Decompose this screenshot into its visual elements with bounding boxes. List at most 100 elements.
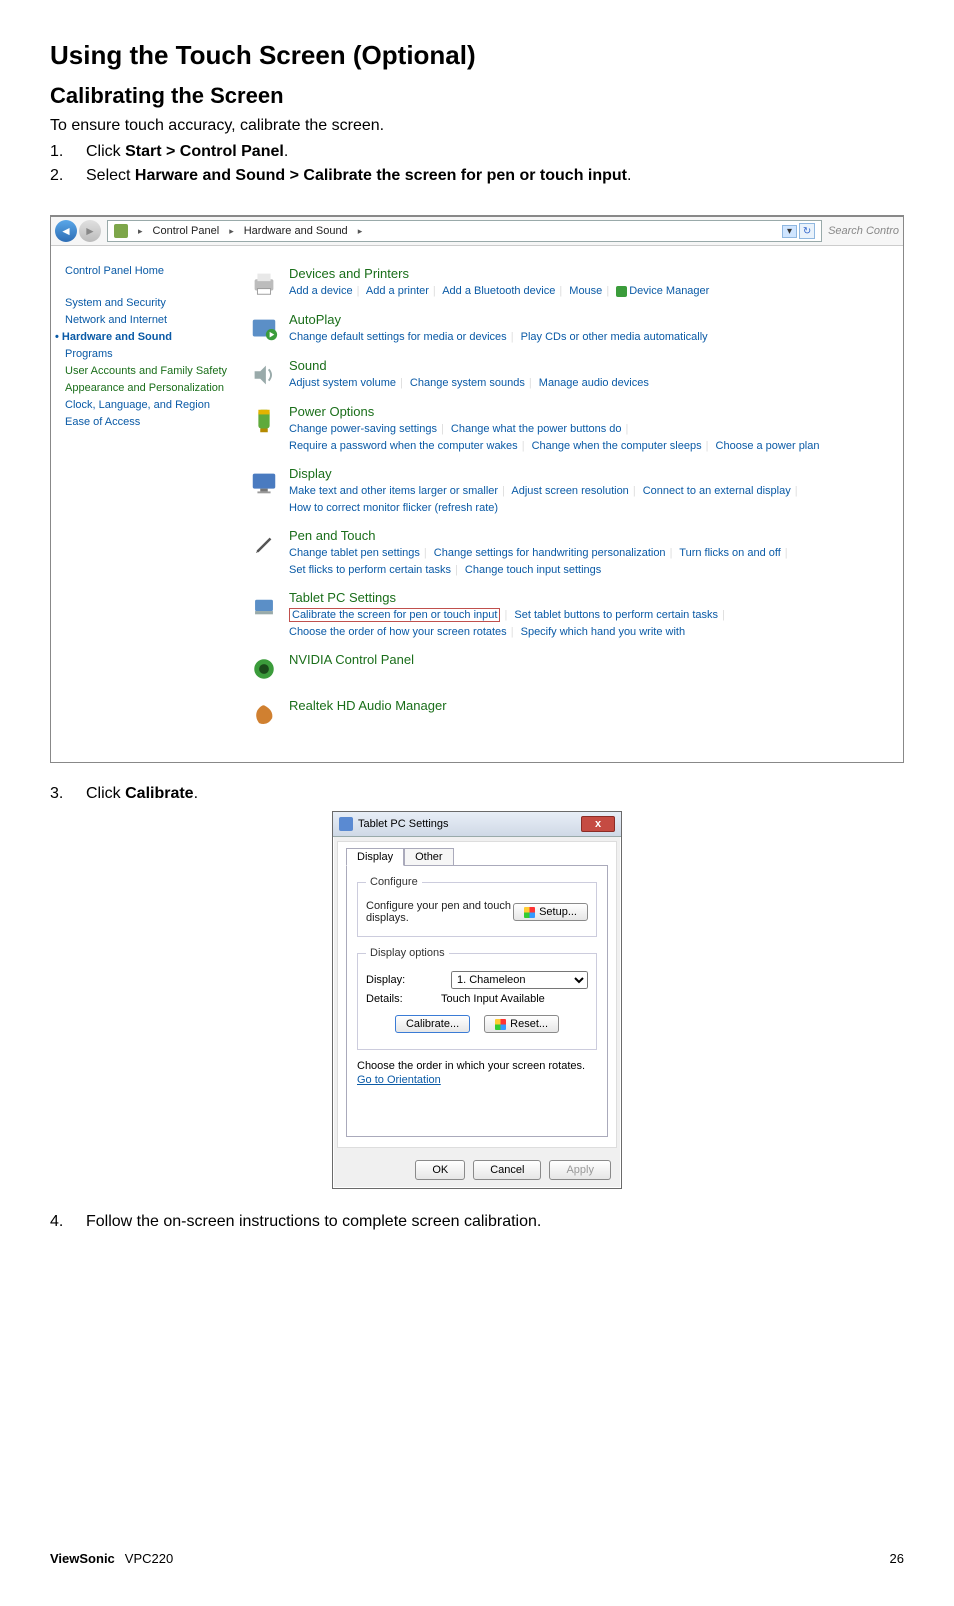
- display-select[interactable]: 1. Chameleon: [451, 971, 588, 989]
- calibrate-button[interactable]: Calibrate...: [395, 1015, 470, 1033]
- link[interactable]: Change what the power buttons do: [451, 423, 622, 435]
- link[interactable]: Change system sounds: [410, 377, 525, 389]
- refresh-icon[interactable]: ↻: [799, 223, 815, 239]
- step-bold: Harware and Sound > Calibrate the screen…: [135, 167, 627, 184]
- control-panel-window: ◄ ► Control Panel Hardware and Sound ▾ ↻…: [50, 215, 904, 763]
- shield-icon: [524, 907, 535, 918]
- link[interactable]: Device Manager: [629, 285, 709, 297]
- link[interactable]: Add a printer: [366, 285, 429, 297]
- link[interactable]: Change when the computer sleeps: [532, 440, 702, 452]
- breadcrumb-root[interactable]: Control Panel: [153, 225, 220, 237]
- reset-button[interactable]: Reset...: [484, 1015, 559, 1033]
- tab-display[interactable]: Display: [346, 848, 404, 866]
- details-label: Details:: [366, 993, 421, 1005]
- back-button[interactable]: ◄: [55, 220, 77, 242]
- sidebar-item[interactable]: Network and Internet: [65, 314, 231, 326]
- setup-button[interactable]: Setup...: [513, 903, 588, 921]
- link[interactable]: Change touch input settings: [465, 564, 601, 576]
- link[interactable]: Set tablet buttons to perform certain ta…: [514, 609, 718, 621]
- pen-icon: [247, 528, 281, 562]
- link[interactable]: Play CDs or other media automatically: [521, 331, 708, 343]
- category-realtek: Realtek HD Audio Manager: [247, 698, 893, 732]
- category-power: Power Options Change power-saving settin…: [247, 404, 893, 454]
- step-4: 4. Follow the on-screen instructions to …: [50, 1213, 904, 1231]
- control-panel-icon: [114, 224, 128, 238]
- link[interactable]: How to correct monitor flicker (refresh …: [289, 502, 498, 514]
- sidebar-item[interactable]: User Accounts and Family Safety: [65, 365, 231, 377]
- step-text: Select: [86, 167, 135, 184]
- steps-list: Click Start > Control Panel. Select Harw…: [50, 143, 904, 185]
- sidebar-item[interactable]: Programs: [65, 348, 231, 360]
- link[interactable]: Change power-saving settings: [289, 423, 437, 435]
- sidebar-item[interactable]: Clock, Language, and Region: [65, 399, 231, 411]
- ok-button[interactable]: OK: [415, 1160, 465, 1180]
- category-nvidia: NVIDIA Control Panel: [247, 652, 893, 686]
- breadcrumb-sub[interactable]: Hardware and Sound: [244, 225, 348, 237]
- sidebar: Control Panel Home System and Security N…: [51, 246, 241, 762]
- link[interactable]: Adjust system volume: [289, 377, 396, 389]
- step-text: Click: [86, 143, 125, 160]
- tablet-pc-settings-dialog: Tablet PC Settings x Display Other Confi…: [332, 811, 622, 1189]
- category-pen: Pen and Touch Change tablet pen settings…: [247, 528, 893, 578]
- link[interactable]: Specify which hand you write with: [521, 626, 685, 638]
- device-manager-icon: [616, 286, 627, 297]
- link[interactable]: Set flicks to perform certain tasks: [289, 564, 451, 576]
- category-title[interactable]: Pen and Touch: [289, 528, 792, 543]
- link[interactable]: Mouse: [569, 285, 602, 297]
- close-button[interactable]: x: [581, 816, 615, 832]
- link[interactable]: Manage audio devices: [539, 377, 649, 389]
- category-sound: Sound Adjust system volume| Change syste…: [247, 358, 893, 392]
- shield-icon: [495, 1019, 506, 1030]
- category-title[interactable]: Tablet PC Settings: [289, 590, 729, 605]
- page-number: 26: [890, 1551, 904, 1566]
- address-dropdown[interactable]: ▾: [782, 225, 797, 238]
- category-title[interactable]: AutoPlay: [289, 312, 708, 327]
- section-heading: Calibrating the Screen: [50, 83, 904, 109]
- dialog-icon: [339, 817, 353, 831]
- display-label: Display:: [366, 974, 421, 986]
- category-title[interactable]: NVIDIA Control Panel: [289, 652, 414, 667]
- dialog-title: Tablet PC Settings: [358, 818, 449, 830]
- link[interactable]: Choose a power plan: [716, 440, 820, 452]
- sidebar-home[interactable]: Control Panel Home: [65, 265, 231, 277]
- address-bar[interactable]: Control Panel Hardware and Sound ▾ ↻: [107, 220, 822, 242]
- tab-other[interactable]: Other: [404, 848, 454, 866]
- category-title[interactable]: Display: [289, 466, 802, 481]
- link[interactable]: Add a Bluetooth device: [442, 285, 555, 297]
- sidebar-item-active[interactable]: Hardware and Sound: [65, 331, 231, 343]
- link[interactable]: Change tablet pen settings: [289, 547, 420, 559]
- link[interactable]: Require a password when the computer wak…: [289, 440, 518, 452]
- category-title[interactable]: Realtek HD Audio Manager: [289, 698, 447, 713]
- sidebar-item[interactable]: System and Security: [65, 297, 231, 309]
- link[interactable]: Make text and other items larger or smal…: [289, 485, 498, 497]
- category-display: Display Make text and other items larger…: [247, 466, 893, 516]
- link[interactable]: Choose the order of how your screen rota…: [289, 626, 507, 638]
- sidebar-item[interactable]: Appearance and Personalization: [65, 382, 231, 394]
- link-highlighted[interactable]: Calibrate the screen for pen or touch in…: [289, 608, 500, 622]
- link[interactable]: Change settings for handwriting personal…: [434, 547, 666, 559]
- details-value: Touch Input Available: [441, 993, 545, 1005]
- apply-button[interactable]: Apply: [549, 1160, 611, 1180]
- cancel-button[interactable]: Cancel: [473, 1160, 541, 1180]
- nvidia-icon: [247, 652, 281, 686]
- category-tablet: Tablet PC Settings Calibrate the screen …: [247, 590, 893, 640]
- step-text: .: [194, 785, 198, 802]
- link[interactable]: Turn flicks on and off: [679, 547, 781, 559]
- autoplay-icon: [247, 312, 281, 346]
- search-placeholder[interactable]: Search Contro: [828, 225, 899, 237]
- link[interactable]: Connect to an external display: [643, 485, 791, 497]
- page-heading: Using the Touch Screen (Optional): [50, 40, 904, 71]
- step-text: .: [284, 143, 288, 160]
- display-options-legend: Display options: [366, 947, 449, 959]
- category-title[interactable]: Sound: [289, 358, 649, 373]
- orientation-text: Choose the order in which your screen ro…: [357, 1060, 597, 1072]
- step-bold: Start > Control Panel: [125, 143, 284, 160]
- orientation-link[interactable]: Go to Orientation: [357, 1074, 441, 1086]
- category-title[interactable]: Power Options: [289, 404, 820, 419]
- forward-button[interactable]: ►: [79, 220, 101, 242]
- link[interactable]: Adjust screen resolution: [511, 485, 628, 497]
- link[interactable]: Change default settings for media or dev…: [289, 331, 507, 343]
- sidebar-item[interactable]: Ease of Access: [65, 416, 231, 428]
- category-title[interactable]: Devices and Printers: [289, 266, 709, 281]
- link[interactable]: Add a device: [289, 285, 353, 297]
